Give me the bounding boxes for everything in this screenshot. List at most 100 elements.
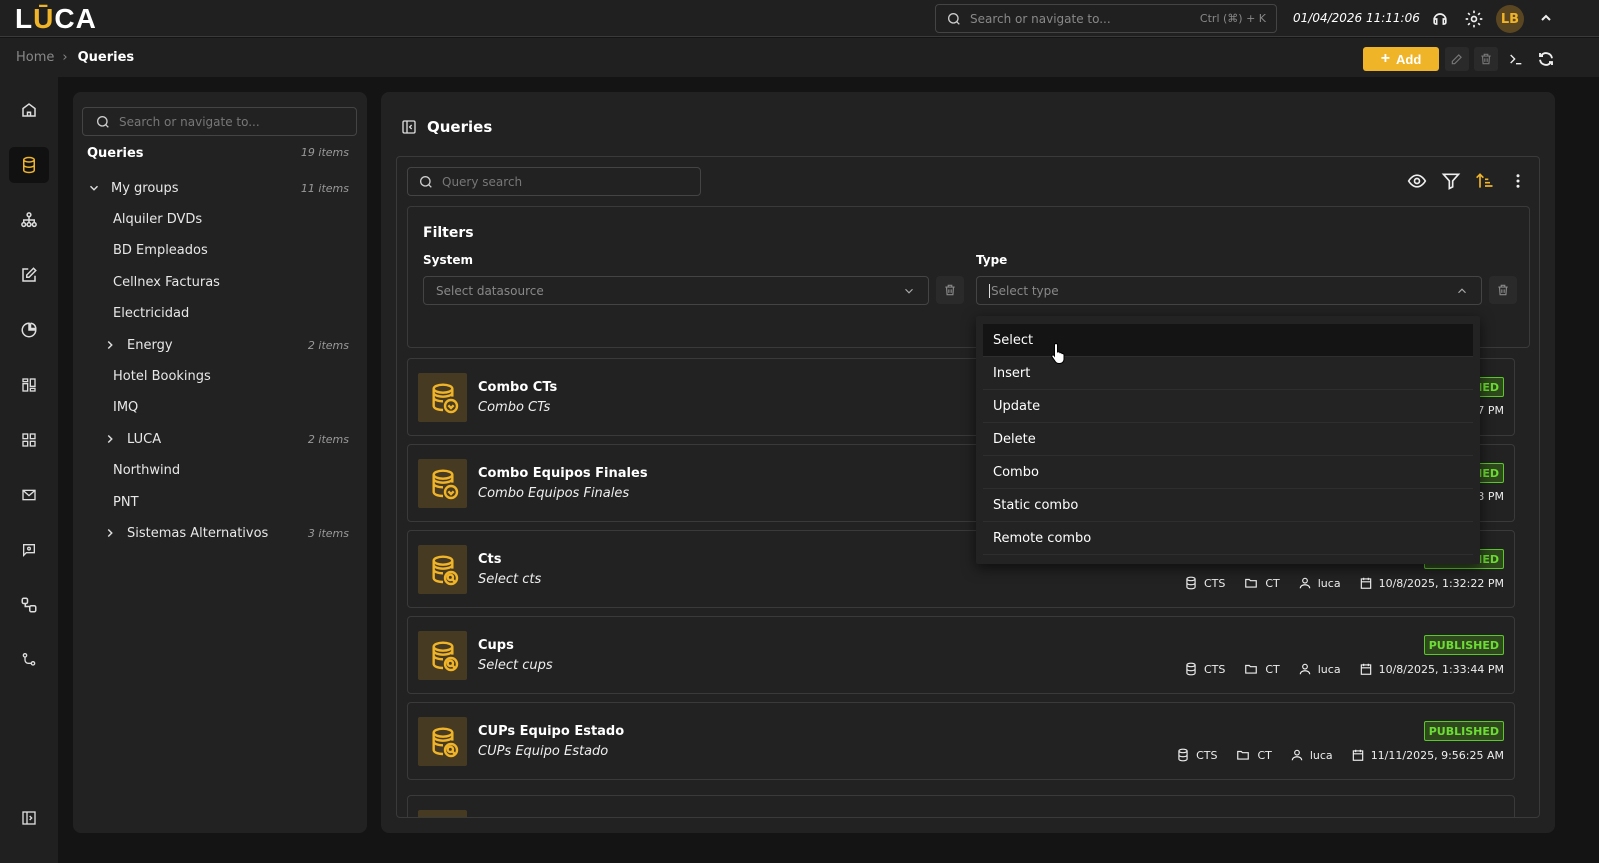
tree-item[interactable]: Cellnex Facturas <box>113 272 349 292</box>
more-vertical-icon[interactable] <box>1509 171 1527 191</box>
tree-item[interactable]: Sistemas Alternativos 3 items <box>103 523 349 543</box>
query-card-partial[interactable] <box>407 795 1515 817</box>
chat-icon[interactable] <box>9 532 49 568</box>
type-option[interactable]: Delete <box>983 423 1473 456</box>
terminal-icon[interactable] <box>1504 47 1528 71</box>
chevron-right-icon: › <box>62 50 68 65</box>
avatar[interactable]: LB <box>1496 5 1524 33</box>
type-option[interactable]: Static combo <box>983 489 1473 522</box>
pencil-icon <box>1451 54 1462 65</box>
chevron-right-icon[interactable] <box>103 526 119 540</box>
tree-item-label: LUCA <box>127 431 162 447</box>
delete-button[interactable] <box>1474 47 1498 71</box>
query-search-input[interactable]: Query search <box>407 167 701 196</box>
query-card[interactable]: CUPs Equipo Estado CUPs Equipo Estado PU… <box>407 702 1515 780</box>
folder-icon <box>1245 664 1258 674</box>
eye-icon[interactable] <box>1407 171 1427 191</box>
global-search-input[interactable]: Search or navigate to... Ctrl (⌘) + K <box>935 4 1277 33</box>
tree-item[interactable]: My groups 11 items <box>87 178 349 198</box>
folder: CT <box>1265 576 1280 590</box>
folder-icon <box>1245 578 1258 588</box>
tree-item-count: 2 items <box>307 432 349 446</box>
plus-icon: + <box>1380 50 1391 67</box>
user-icon <box>1299 663 1310 675</box>
search-icon <box>97 115 109 128</box>
tree-item[interactable]: BD Empleados <box>113 241 349 261</box>
query-description: Select cts <box>478 572 542 587</box>
query-tree-panel: Search or navigate to... Queries 19 items… <box>73 92 367 833</box>
sort-ascending-icon[interactable] <box>1475 171 1495 191</box>
type-label: Type <box>976 253 1008 267</box>
search-placeholder: Query search <box>442 174 523 189</box>
chevron-right-icon[interactable] <box>103 432 119 446</box>
type-option[interactable]: Update <box>983 390 1473 423</box>
query-meta: CTS CT luca 11/11/2025, 9:56:25 AM <box>1176 748 1504 762</box>
database-icon[interactable] <box>9 147 49 183</box>
edit-icon[interactable] <box>9 257 49 293</box>
add-button[interactable]: + Add <box>1363 47 1439 71</box>
tree-item-label: Electricidad <box>113 306 190 322</box>
type-option[interactable]: Combo <box>983 456 1473 489</box>
query-name: CUPs Equipo Estado <box>478 724 625 739</box>
tree-item[interactable]: Energy 2 items <box>103 335 349 355</box>
mail-icon[interactable] <box>9 477 49 513</box>
query-description: CUPs Equipo Estado <box>478 744 609 759</box>
type-option[interactable]: Remote combo <box>983 522 1473 555</box>
tree-item[interactable]: LUCA 2 items <box>103 429 349 449</box>
tree-item[interactable]: Hotel Bookings <box>113 366 349 386</box>
tree-title: Queries <box>87 146 144 161</box>
tree-item[interactable]: Electricidad <box>113 304 349 324</box>
query-name: Combo Equipos Finales <box>478 466 648 481</box>
gear-icon[interactable] <box>1464 9 1484 29</box>
tree-item-label: Sistemas Alternativos <box>127 525 269 541</box>
user: luca <box>1317 662 1341 676</box>
query-card[interactable]: Cups Select cups PUBLISHED CTS CT luca 1… <box>407 616 1515 694</box>
tree-item-label: IMQ <box>113 400 139 416</box>
tree-item-label: BD Empleados <box>113 243 208 259</box>
branch-icon[interactable] <box>9 642 49 678</box>
calendar-icon <box>1360 577 1371 589</box>
collapse-panel-icon[interactable] <box>401 119 417 135</box>
tree-item-label: PNT <box>113 494 139 510</box>
chevron-up-icon[interactable] <box>1538 10 1558 30</box>
pie-chart-icon[interactable] <box>9 312 49 348</box>
query-select-icon <box>418 631 467 680</box>
tree-item-label: Energy <box>127 337 173 353</box>
system-select[interactable]: Select datasource <box>423 276 929 305</box>
logo[interactable]: LŪCA <box>15 3 97 35</box>
tree-item[interactable]: IMQ <box>113 398 349 418</box>
clear-system-button[interactable] <box>936 276 964 304</box>
dashboard-icon[interactable] <box>9 367 49 403</box>
search-placeholder: Search or navigate to... <box>970 11 1111 26</box>
filters-title: Filters <box>423 225 474 241</box>
grid-icon[interactable] <box>9 422 49 458</box>
edit-button[interactable] <box>1445 47 1469 71</box>
tree-root[interactable]: Queries 19 items <box>87 146 349 161</box>
query-icon <box>418 810 467 817</box>
sidebar-expand-icon[interactable] <box>9 800 49 836</box>
query-meta: CTS CT luca 10/8/2025, 1:32:22 PM <box>1184 576 1504 590</box>
breadcrumb-home[interactable]: Home <box>16 50 54 65</box>
system-label: System <box>423 253 473 267</box>
home-icon[interactable] <box>9 92 49 128</box>
type-select[interactable]: Select type <box>976 276 1482 305</box>
search-icon <box>420 175 432 188</box>
tree-item-label: Cellnex Facturas <box>113 274 220 290</box>
support-icon[interactable] <box>1430 9 1450 29</box>
chevron-down-icon[interactable] <box>87 181 103 195</box>
list-toolbar <box>1407 171 1527 191</box>
tree-item[interactable]: PNT <box>113 492 349 512</box>
workflow-icon[interactable] <box>9 587 49 623</box>
clear-type-button[interactable] <box>1489 276 1517 304</box>
tree-search-input[interactable]: Search or navigate to... <box>82 107 357 136</box>
refresh-icon[interactable] <box>1534 47 1558 71</box>
tree-item[interactable]: Alquiler DVDs <box>113 209 349 229</box>
filter-icon[interactable] <box>1441 171 1461 191</box>
tree-item[interactable]: Northwind <box>113 461 349 481</box>
modified-date: 10/8/2025, 1:32:22 PM <box>1378 576 1504 590</box>
status-badge: PUBLISHED <box>1423 721 1504 741</box>
chevron-right-icon[interactable] <box>103 338 119 352</box>
hierarchy-icon[interactable] <box>9 202 49 238</box>
user-icon <box>1291 749 1303 761</box>
modified-date: 11/11/2025, 9:56:25 AM <box>1370 748 1504 762</box>
